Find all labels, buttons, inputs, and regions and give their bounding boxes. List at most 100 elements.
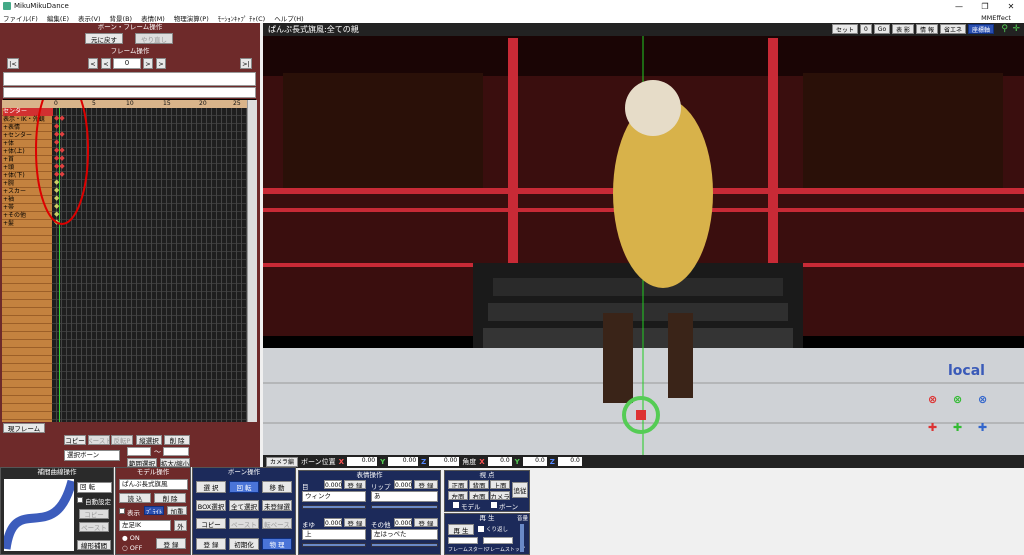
angle-x-input[interactable]: 0.0 — [487, 457, 512, 466]
set-value-input[interactable]: 0 — [859, 24, 872, 34]
paste-button[interactable]: ペースト — [88, 435, 110, 445]
timeline-scrollbar[interactable] — [247, 100, 257, 422]
menu-mmeffect[interactable]: MMEffect — [981, 14, 1011, 22]
next-key-button[interactable]: > — [156, 58, 166, 69]
delete-button[interactable]: 削 除 — [164, 435, 190, 445]
model-checkbox[interactable] — [453, 502, 459, 508]
last-frame-button[interactable]: >| — [240, 58, 252, 69]
brow-value[interactable]: 0.000 — [324, 518, 342, 527]
menu-background[interactable]: 背景(B) — [110, 13, 133, 23]
move-y-icon[interactable]: ✚ — [953, 421, 962, 434]
delete-model-button[interactable]: 削 除 — [154, 493, 186, 503]
bone-register-button[interactable]: 登 録 — [196, 538, 226, 550]
bone-move-button[interactable]: 移 動 — [262, 481, 292, 493]
brow-dropdown[interactable]: 上 — [302, 529, 366, 540]
bone-row[interactable]: +頭 — [3, 164, 14, 172]
bone-row[interactable]: +袖 — [3, 196, 14, 204]
brow-slider[interactable] — [302, 543, 366, 547]
rotate-x-icon[interactable]: ⊗ — [928, 393, 937, 406]
eye-register-button[interactable]: 登 録 — [344, 480, 366, 489]
front-view-button[interactable]: 正面 — [448, 480, 468, 489]
bone-row[interactable]: +首 — [3, 156, 14, 164]
current-frame-button[interactable]: 現フレーム — [3, 423, 45, 433]
bone-select-button[interactable]: 選 択 — [196, 481, 226, 493]
reverse-paste-button[interactable]: 反転P — [111, 435, 133, 445]
show-checkbox[interactable] — [119, 508, 125, 514]
search-icon[interactable]: ⚲ — [1001, 24, 1008, 34]
select-all-button[interactable]: 全て選択 — [229, 500, 259, 511]
pos-y-input[interactable]: 0.00 — [388, 457, 419, 466]
pos-z-input[interactable]: 0.00 — [429, 457, 460, 466]
bone-row[interactable]: +帯 — [3, 204, 14, 212]
redo-button[interactable]: やり直し — [135, 33, 173, 44]
menu-help[interactable]: ヘルプ(H) — [274, 13, 303, 23]
bone-paste-button[interactable]: ペースト — [229, 518, 259, 529]
move-x-icon[interactable]: ✚ — [928, 421, 937, 434]
next-frame-button[interactable]: > — [143, 58, 153, 69]
move-icon[interactable]: ✛ — [1012, 24, 1020, 34]
bone-row[interactable]: +腕 — [3, 180, 14, 188]
unregistered-select-button[interactable]: 未登録選 — [262, 500, 292, 511]
expand-button[interactable]: 拡大/縮小 — [160, 458, 190, 467]
lip-register-button[interactable]: 登 録 — [414, 480, 438, 489]
model-register-button[interactable]: 登 録 — [156, 538, 186, 549]
box-select-button[interactable]: BOX選択 — [196, 500, 226, 511]
angle-y-input[interactable]: 0.0 — [522, 457, 547, 466]
top-view-button[interactable]: 上面 — [490, 480, 510, 489]
lip-value[interactable]: 0.000 — [394, 480, 412, 489]
range-start-input[interactable] — [127, 447, 151, 456]
back-view-button[interactable]: 背面 — [469, 480, 489, 489]
vertical-select-button[interactable]: 縦選択 — [136, 435, 162, 445]
camera-view-button[interactable]: カメラ — [490, 491, 510, 500]
right-view-button[interactable]: 右面 — [469, 491, 489, 500]
volume-slider[interactable] — [520, 524, 524, 552]
pos-x-input[interactable]: 0.00 — [347, 457, 378, 466]
menu-edit[interactable]: 編集(E) — [47, 13, 69, 23]
menu-file[interactable]: ファイル(F) — [3, 13, 38, 23]
interp-copy-button[interactable]: コピー — [79, 509, 109, 519]
ik-dropdown[interactable]: 左足IK — [119, 520, 171, 531]
shadow-button[interactable]: 表 影 — [892, 24, 915, 34]
interp-mode-dropdown[interactable]: 回 転 — [77, 482, 112, 493]
select-bone-dropdown[interactable]: 選択ボーン — [64, 450, 120, 461]
lip-dropdown[interactable]: あ — [371, 491, 438, 502]
menu-motion-capture[interactable]: ﾓｰｼｮﾝｷｬﾌﾟ ﾁｬ(C) — [218, 13, 265, 23]
play-from-input[interactable] — [448, 537, 478, 544]
add-button[interactable]: 加重 — [167, 506, 187, 515]
load-model-button[interactable]: 読 込 — [119, 493, 151, 503]
bone-init-button[interactable]: 初期化 — [229, 538, 259, 550]
menu-view[interactable]: 表示(V) — [78, 13, 101, 23]
rotate-y-icon[interactable]: ⊗ — [953, 393, 962, 406]
interp-paste-button[interactable]: ペースト — [79, 522, 109, 532]
physics-button[interactable]: 物 理 — [262, 538, 292, 550]
timeline[interactable]: 0 5 10 15 20 25 センター 表示・IK・外観 +表情 +センター … — [2, 100, 247, 422]
close-button[interactable]: ✕ — [998, 0, 1024, 12]
go-button[interactable]: Go — [873, 24, 891, 34]
bone-rotate-button[interactable]: 回 転 — [229, 481, 259, 493]
maximize-button[interactable]: ❐ — [972, 0, 998, 12]
rotate-z-icon[interactable]: ⊗ — [978, 393, 987, 406]
range-select-button[interactable]: 範囲選択 — [127, 458, 157, 467]
minimize-button[interactable]: — — [946, 0, 972, 12]
camera-edit-button[interactable]: カメラ編 — [266, 456, 299, 467]
menu-physics[interactable]: 物理演算(P) — [174, 13, 209, 23]
other-dropdown[interactable]: 左はっぺた — [371, 529, 438, 540]
power-save-button[interactable]: 省エネ — [939, 24, 966, 34]
auto-checkbox[interactable] — [77, 497, 83, 503]
eye-value[interactable]: 0.000 — [324, 480, 342, 489]
eye-slider[interactable] — [302, 505, 366, 509]
model-dropdown[interactable]: ぱんぷ長式旗風 — [119, 479, 188, 490]
play-button[interactable]: 再 生 — [448, 524, 474, 535]
menu-expression[interactable]: 表情(M) — [141, 13, 165, 23]
restore-button[interactable]: 元に戻す — [85, 33, 123, 44]
bone-row[interactable]: +体 — [3, 140, 14, 148]
range-end-input[interactable] — [163, 447, 189, 456]
angle-z-input[interactable]: 0.0 — [557, 457, 582, 466]
out-button[interactable]: 外 — [174, 520, 187, 531]
frame-number-input[interactable]: 0 — [113, 58, 141, 69]
play-to-input[interactable] — [483, 537, 513, 544]
other-register-button[interactable]: 登 録 — [414, 518, 438, 527]
brow-register-button[interactable]: 登 録 — [344, 518, 366, 527]
on-radio[interactable]: ● ON — [122, 534, 140, 542]
copy-button[interactable]: コピー — [64, 435, 86, 445]
